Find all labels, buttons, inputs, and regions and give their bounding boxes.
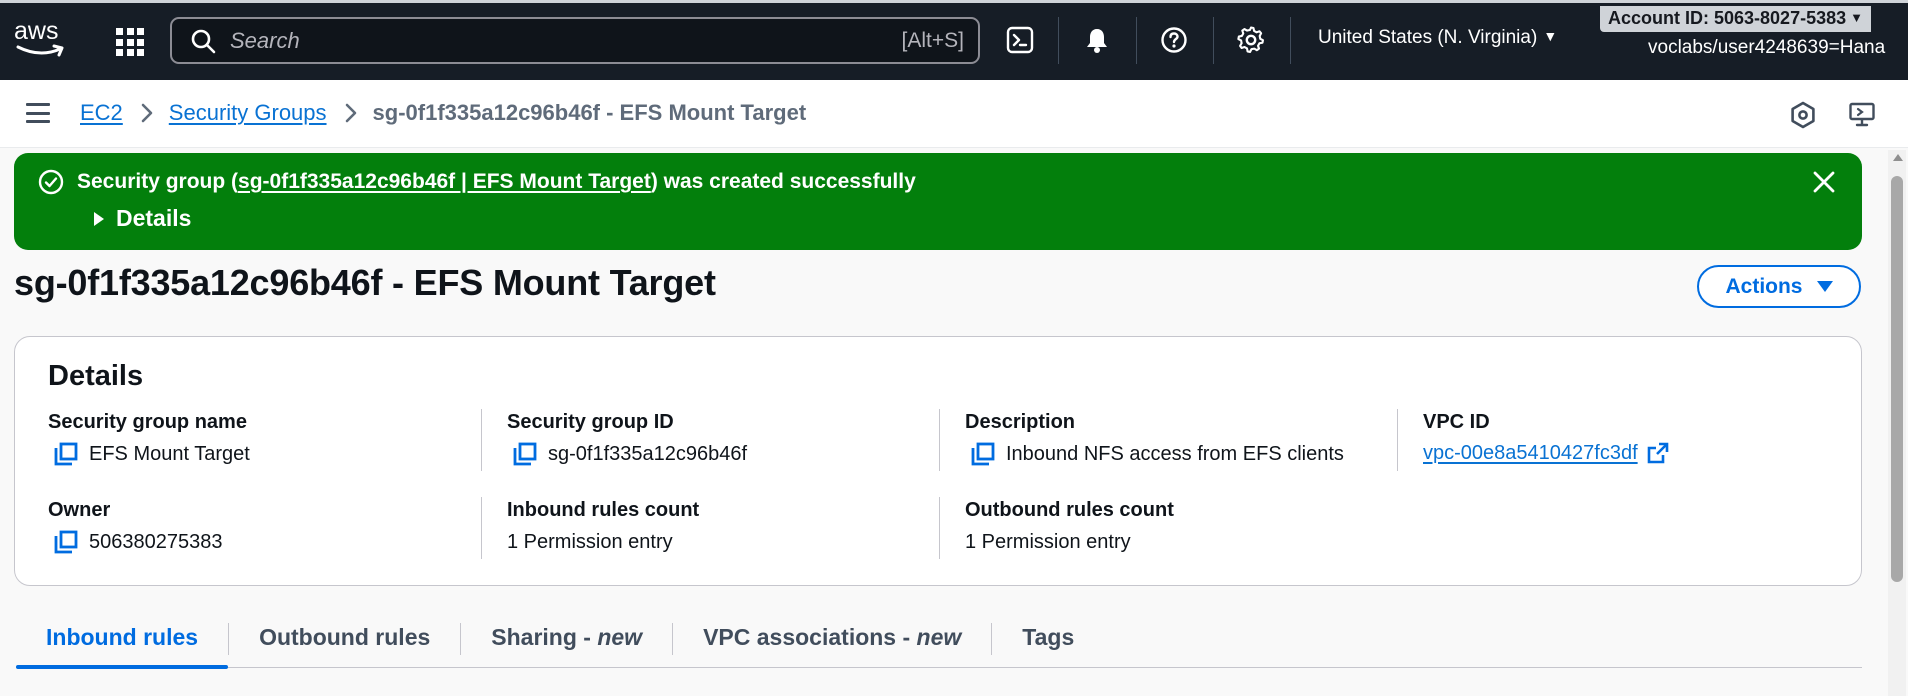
field-sg-id: Security group ID sg-0f1f335a12c96b46f	[507, 411, 747, 467]
field-value: 1 Permission entry	[507, 531, 673, 553]
breadcrumb-security-groups[interactable]: Security Groups	[169, 100, 327, 126]
field-label: Security group ID	[507, 411, 674, 433]
field-label: VPC ID	[1423, 411, 1490, 433]
tab-label: Inbound rules	[46, 624, 199, 650]
user-menu[interactable]: voclabs/user4248639=Hana	[1648, 37, 1885, 59]
aws-smile-icon	[16, 44, 64, 57]
search-icon	[191, 29, 216, 53]
flash-message: Security group (sg-0f1f335a12c96b46f | E…	[77, 170, 916, 194]
field-value: Inbound NFS access from EFS clients	[1006, 442, 1344, 465]
top-strip	[0, 0, 1908, 3]
account-id-label: Account ID: 5063-8027-5383	[1608, 8, 1847, 28]
field-label: Inbound rules count	[507, 499, 700, 521]
chevron-right-icon	[141, 103, 153, 123]
tab-bar: Inbound rules Outbound rules Sharing - n…	[16, 616, 1862, 669]
cloudshell-icon[interactable]	[1004, 24, 1036, 56]
nav-divider	[1213, 17, 1214, 64]
menu-icon[interactable]	[26, 103, 50, 123]
close-icon[interactable]	[1812, 170, 1836, 194]
field-sg-name: Security group name EFS Mount Target	[48, 411, 250, 467]
column-divider	[481, 409, 482, 471]
nav-divider	[1290, 17, 1291, 64]
page-title: sg-0f1f335a12c96b46f - EFS Mount Target	[14, 262, 716, 303]
column-divider	[939, 497, 940, 559]
notifications-hex-icon[interactable]	[1788, 100, 1818, 130]
screen-share-icon[interactable]	[1847, 100, 1877, 130]
scrollbar-thumb[interactable]	[1891, 176, 1903, 582]
search-input[interactable]: Search [Alt+S]	[170, 17, 980, 64]
field-label: Owner	[48, 499, 111, 521]
tab-outbound-rules[interactable]: Outbound rules	[229, 616, 460, 667]
tab-tags[interactable]: Tags	[992, 616, 1104, 667]
breadcrumb-current: sg-0f1f335a12c96b46f - EFS Mount Target	[372, 100, 807, 125]
aws-logo-text: aws	[14, 17, 59, 45]
region-selector[interactable]: United States (N. Virginia) ▼	[1318, 27, 1557, 49]
flash-suffix: ) was created successfully	[650, 170, 916, 193]
flash-details-label: Details	[116, 205, 192, 231]
details-panel: Details Security group name EFS Mount Ta…	[14, 336, 1862, 586]
copy-icon[interactable]	[53, 529, 79, 555]
flash-details-toggle[interactable]: Details	[94, 205, 191, 232]
field-value: 1 Permission entry	[965, 531, 1131, 553]
tab-label: VPC associations -	[703, 624, 917, 650]
vpc-id-link[interactable]: vpc-00e8a5410427fc3df	[1423, 442, 1638, 465]
field-outbound-count: Outbound rules count 1 Permission entry	[965, 499, 1174, 554]
actions-label: Actions	[1725, 274, 1803, 298]
chevron-down-icon: ▼	[1850, 10, 1863, 25]
tab-label: Outbound rules	[259, 624, 431, 650]
field-value: EFS Mount Target	[89, 442, 250, 465]
services-grid-icon[interactable]	[116, 28, 144, 56]
region-label: United States (N. Virginia)	[1318, 27, 1538, 48]
actions-button[interactable]: Actions	[1697, 265, 1861, 308]
field-label: Description	[965, 411, 1076, 433]
caret-right-icon	[94, 211, 104, 226]
success-flash: Security group (sg-0f1f335a12c96b46f | E…	[14, 153, 1862, 250]
tab-inbound-rules[interactable]: Inbound rules	[16, 616, 229, 669]
search-placeholder: Search	[230, 27, 300, 53]
chevron-down-icon: ▼	[1543, 28, 1558, 44]
column-divider	[481, 497, 482, 559]
account-id-menu[interactable]: Account ID: 5063-8027-5383 ▼	[1600, 6, 1871, 32]
top-navigation: aws Search [Alt+S] United States (N. Vir…	[0, 0, 1908, 80]
tab-label: Tags	[1022, 624, 1075, 650]
aws-logo[interactable]: aws	[14, 17, 68, 60]
new-badge: new	[916, 624, 962, 650]
help-icon[interactable]	[1158, 24, 1190, 56]
scroll-up-icon[interactable]	[1893, 154, 1903, 161]
field-value: 506380275383	[89, 530, 223, 553]
tab-sharing[interactable]: Sharing - new	[461, 616, 672, 667]
success-check-icon	[38, 169, 64, 195]
copy-icon[interactable]	[53, 441, 79, 467]
field-label: Security group name	[48, 411, 247, 433]
field-value: sg-0f1f335a12c96b46f	[548, 442, 748, 465]
search-shortcut: [Alt+S]	[901, 28, 964, 52]
field-owner: Owner 506380275383	[48, 499, 222, 555]
copy-icon[interactable]	[970, 441, 996, 467]
breadcrumb-bar: EC2 Security Groups sg-0f1f335a12c96b46f…	[0, 80, 1908, 148]
field-label: Outbound rules count	[965, 499, 1174, 521]
page-scrollbar[interactable]	[1888, 150, 1906, 696]
external-link-icon[interactable]	[1646, 441, 1670, 465]
details-heading: Details	[48, 360, 144, 392]
column-divider	[1397, 409, 1398, 471]
breadcrumb-ec2[interactable]: EC2	[80, 100, 123, 126]
nav-divider	[1136, 17, 1137, 64]
copy-icon[interactable]	[512, 441, 538, 467]
column-divider	[939, 409, 940, 471]
field-vpc-id: VPC ID vpc-00e8a5410427fc3df	[1423, 411, 1670, 465]
tab-label: Sharing -	[491, 624, 598, 650]
tab-vpc-associations[interactable]: VPC associations - new	[673, 616, 991, 667]
nav-divider	[1058, 17, 1059, 64]
field-description: Description Inbound NFS access from EFS …	[965, 411, 1344, 467]
new-badge: new	[597, 624, 643, 650]
bell-icon[interactable]	[1081, 24, 1113, 56]
chevron-right-icon	[345, 103, 357, 123]
gear-icon[interactable]	[1235, 24, 1267, 56]
caret-down-icon	[1816, 281, 1833, 292]
breadcrumb: EC2 Security Groups sg-0f1f335a12c96b46f…	[80, 100, 806, 126]
field-inbound-count: Inbound rules count 1 Permission entry	[507, 499, 699, 554]
flash-prefix: Security group (	[77, 170, 239, 193]
flash-sg-link[interactable]: sg-0f1f335a12c96b46f | EFS Mount Target	[238, 170, 651, 193]
